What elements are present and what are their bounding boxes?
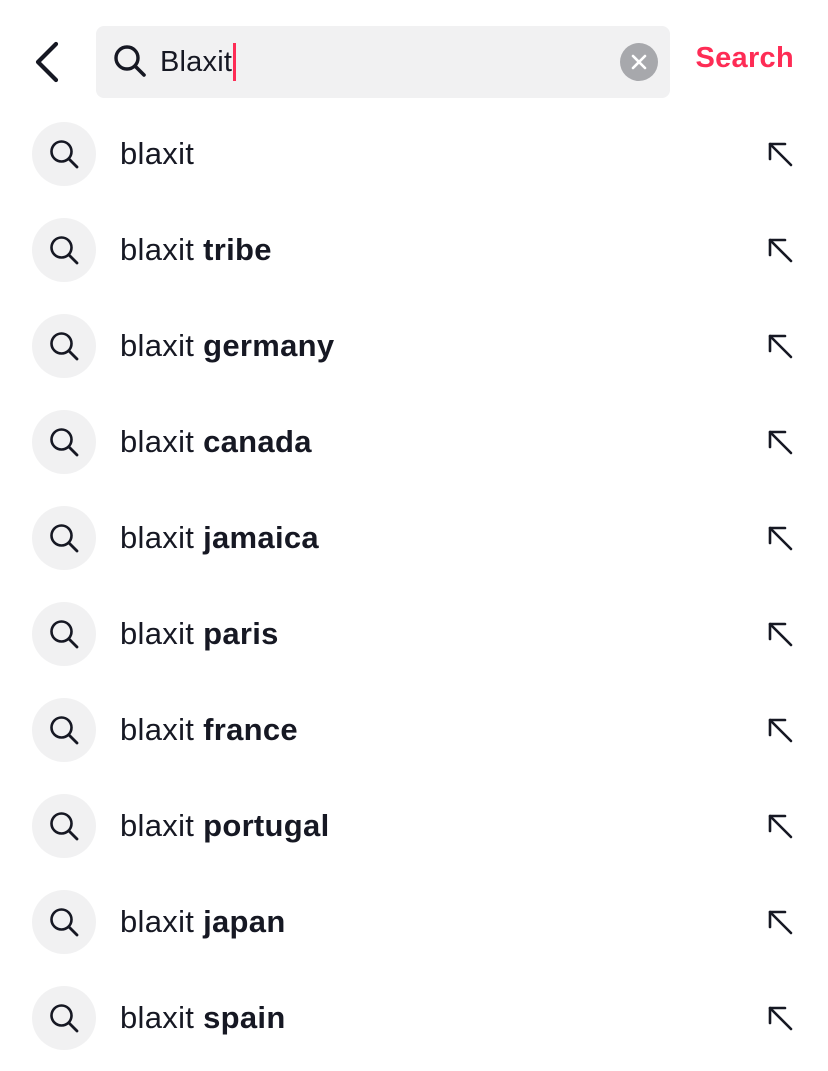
suggestion-text: blaxit france [120,682,298,778]
suggestion-item[interactable]: blaxit portugal [0,778,828,874]
suggestion-completion: jamaica [203,520,319,555]
fill-query-button[interactable] [756,610,804,658]
search-input[interactable]: Blaxit [160,46,232,79]
suggestion-item[interactable]: blaxit canada [0,394,828,490]
suggestion-query: blaxit [120,520,195,555]
search-icon [50,1004,79,1033]
suggestion-completion: france [203,712,298,747]
fill-query-button[interactable] [756,706,804,754]
suggestion-search-icon-badge [32,122,96,186]
search-icon [50,236,79,265]
fill-query-button[interactable] [756,418,804,466]
suggestion-item[interactable]: blaxit [0,106,828,202]
search-input-wrapper[interactable]: Blaxit [160,26,610,98]
fill-query-button[interactable] [756,514,804,562]
suggestion-query: blaxit [120,616,195,651]
fill-query-button[interactable] [756,802,804,850]
suggestion-query: blaxit [120,328,195,363]
suggestion-query: blaxit [120,136,195,171]
suggestion-search-icon-badge [32,410,96,474]
suggestion-text: blaxit japan [120,874,286,970]
suggestion-search-icon-badge [32,314,96,378]
suggestion-text: blaxit spain [120,970,286,1066]
text-caret [233,43,237,81]
suggestion-completion: germany [203,328,335,363]
fill-query-button[interactable] [756,322,804,370]
suggestion-search-icon-badge [32,602,96,666]
suggestion-text: blaxit canada [120,394,312,490]
suggestion-completion: tribe [203,232,272,267]
search-field[interactable]: Blaxit [96,26,670,98]
arrow-up-left-icon [768,238,793,263]
search-icon [50,716,79,745]
suggestion-query: blaxit [120,904,195,939]
suggestion-text: blaxit [120,106,194,202]
arrow-up-left-icon [768,622,793,647]
suggestion-search-icon-badge [32,218,96,282]
search-icon [50,908,79,937]
suggestion-search-icon-badge [32,986,96,1050]
search-icon [50,524,79,553]
suggestion-text: blaxit paris [120,586,279,682]
arrow-up-left-icon [768,430,793,455]
suggestion-text: blaxit jamaica [120,490,319,586]
suggestion-query: blaxit [120,808,195,843]
suggestion-query: blaxit [120,424,195,459]
arrow-up-left-icon [768,1006,793,1031]
suggestion-item[interactable]: blaxit paris [0,586,828,682]
suggestion-item[interactable]: blaxit japan [0,874,828,970]
suggestion-query: blaxit [120,232,195,267]
search-icon [50,140,79,169]
arrow-up-left-icon [768,718,793,743]
suggestion-list: blaxit blaxit tribe blaxit germany blaxit c… [0,106,828,1066]
back-button[interactable] [22,36,72,88]
arrow-up-left-icon [768,910,793,935]
suggestion-text: blaxit germany [120,298,334,394]
suggestion-search-icon-badge [32,890,96,954]
suggestion-search-icon-badge [32,506,96,570]
suggestion-item[interactable]: blaxit germany [0,298,828,394]
search-icon [114,45,146,77]
suggestion-completion: spain [203,1000,286,1035]
fill-query-button[interactable] [756,994,804,1042]
search-icon [50,620,79,649]
fill-query-button[interactable] [756,898,804,946]
clear-button[interactable] [620,43,658,81]
arrow-up-left-icon [768,526,793,551]
suggestion-item[interactable]: blaxit france [0,682,828,778]
search-icon [50,332,79,361]
clear-icon [631,54,647,70]
search-button[interactable]: Search [695,42,794,75]
fill-query-button[interactable] [756,130,804,178]
suggestion-text: blaxit tribe [120,202,272,298]
arrow-up-left-icon [768,334,793,359]
arrow-up-left-icon [768,142,793,167]
suggestion-completion: portugal [203,808,330,843]
suggestion-query: blaxit [120,1000,195,1035]
suggestion-completion: canada [203,424,312,459]
suggestion-query: blaxit [120,712,195,747]
search-icon [50,428,79,457]
suggestion-completion: japan [203,904,286,939]
suggestion-search-icon-badge [32,698,96,762]
fill-query-button[interactable] [756,226,804,274]
suggestion-item[interactable]: blaxit tribe [0,202,828,298]
search-icon [50,812,79,841]
suggestion-completion: paris [203,616,279,651]
suggestion-search-icon-badge [32,794,96,858]
arrow-up-left-icon [768,814,793,839]
suggestion-item[interactable]: blaxit jamaica [0,490,828,586]
suggestion-item[interactable]: blaxit spain [0,970,828,1066]
suggestion-text: blaxit portugal [120,778,329,874]
chevron-left-icon [35,41,59,83]
